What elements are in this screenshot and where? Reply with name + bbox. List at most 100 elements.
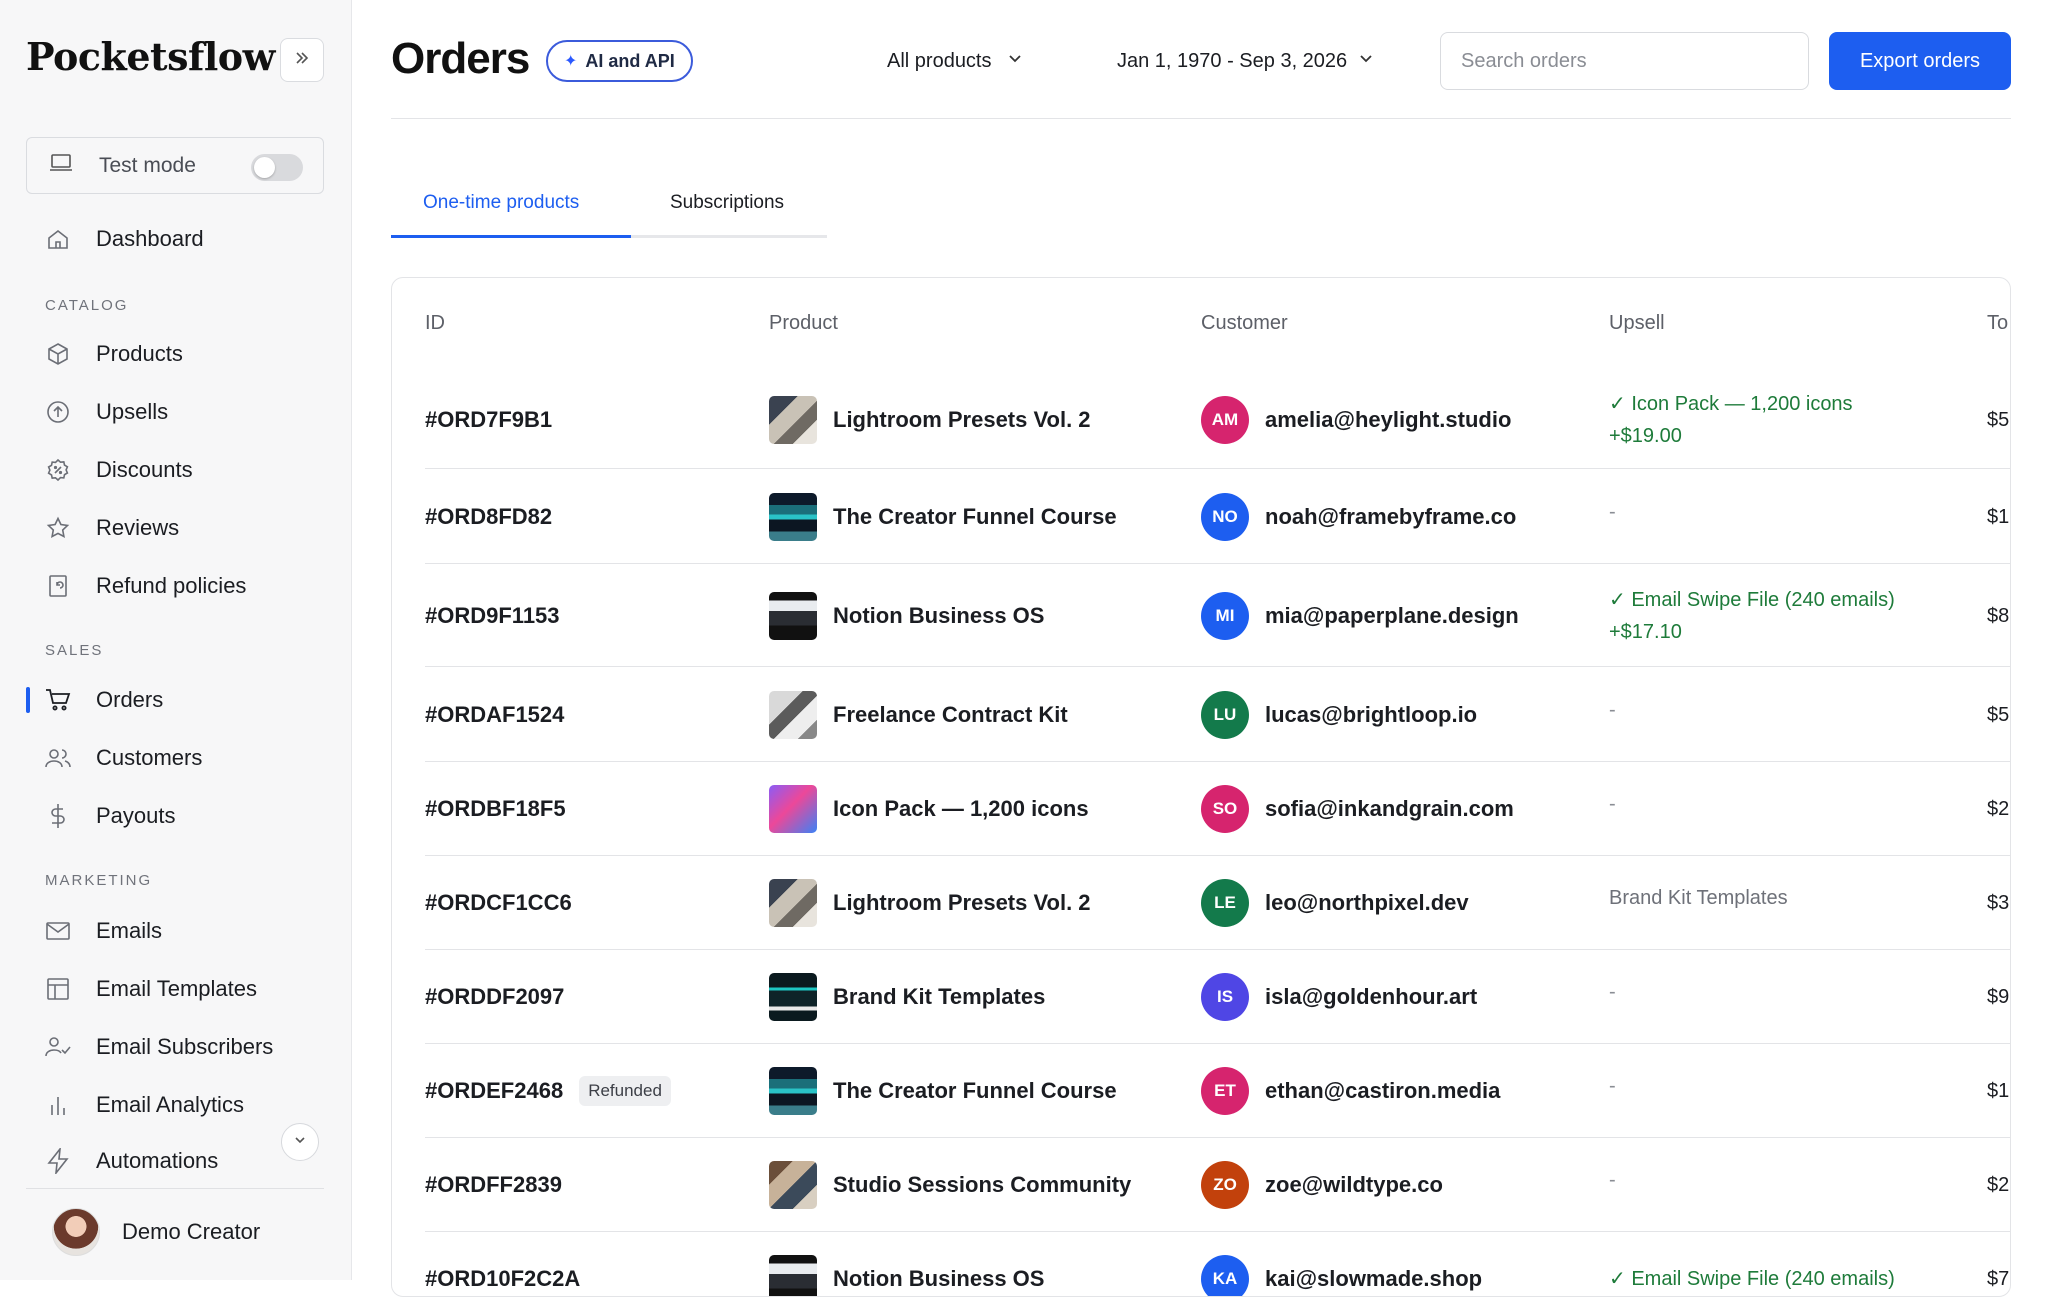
- order-id[interactable]: #ORDDF2097: [425, 984, 564, 1010]
- product-name[interactable]: The Creator Funnel Course: [833, 504, 1117, 530]
- product-name[interactable]: Notion Business OS: [833, 603, 1044, 629]
- product-thumbnail: [769, 1067, 817, 1115]
- customer-avatar: LU: [1201, 691, 1249, 739]
- upsell-cell: ✓ Icon Pack — 1,200 icons +$19.00: [1609, 388, 1853, 452]
- ai-and-api-button[interactable]: ✦ AI and API: [546, 40, 693, 82]
- column-header-id[interactable]: ID: [425, 312, 445, 335]
- product-name[interactable]: Notion Business OS: [833, 1266, 1044, 1292]
- table-row[interactable]: #ORDDF2097 Brand Kit Templates IS isla@g…: [425, 950, 2010, 1044]
- sidebar-item-automations[interactable]: Automations: [44, 1141, 218, 1181]
- order-id-cell: #ORD9F1153: [425, 598, 560, 634]
- customer-email[interactable]: noah@framebyframe.co: [1265, 504, 1516, 530]
- header-divider: [391, 118, 2011, 119]
- page-title: Orders: [391, 34, 530, 83]
- sidebar-item-label: Email Templates: [96, 976, 257, 1001]
- upsell-info: ✓ Email Swipe File (240 emails) +$17.10: [1609, 584, 1895, 648]
- order-id[interactable]: #ORDAF1524: [425, 702, 564, 728]
- customer-email[interactable]: kai@slowmade.shop: [1265, 1266, 1482, 1292]
- upsell-cell: -: [1609, 793, 1616, 816]
- search-input[interactable]: [1440, 32, 1809, 90]
- sidebar-item-orders[interactable]: Orders: [44, 680, 163, 720]
- sidebar-item-emails[interactable]: Emails: [44, 911, 162, 951]
- sidebar-item-reviews[interactable]: Reviews: [44, 508, 179, 548]
- table-row[interactable]: #ORD10F2C2A Notion Business OS KA kai@sl…: [425, 1232, 2010, 1296]
- sidebar-item-label: Email Subscribers: [96, 1034, 274, 1059]
- order-id[interactable]: #ORDFF2839: [425, 1172, 562, 1198]
- order-id-cell: #ORDFF2839: [425, 1167, 562, 1203]
- sidebar-item-refund-policies[interactable]: Refund policies: [44, 566, 246, 606]
- product-name[interactable]: The Creator Funnel Course: [833, 1078, 1117, 1104]
- sidebar-item-upsells[interactable]: Upsells: [44, 392, 168, 432]
- product-name[interactable]: Freelance Contract Kit: [833, 702, 1068, 728]
- collapse-sidebar-button[interactable]: [280, 38, 324, 82]
- date-range-picker[interactable]: Jan 1, 1970 - Sep 3, 2026: [1117, 46, 1375, 76]
- customer-cell: LU lucas@brightloop.io: [1201, 691, 1477, 739]
- column-header-upsell[interactable]: Upsell: [1609, 312, 1665, 335]
- sidebar-item-products[interactable]: Products: [44, 334, 183, 374]
- test-mode-toggle[interactable]: [251, 154, 303, 181]
- table-row[interactable]: #ORDAF1524 Freelance Contract Kit LU luc…: [425, 667, 2010, 762]
- order-id[interactable]: #ORD8FD82: [425, 504, 552, 530]
- customer-email[interactable]: zoe@wildtype.co: [1265, 1172, 1443, 1198]
- product-name[interactable]: Lightroom Presets Vol. 2: [833, 890, 1091, 916]
- upsell-cell: -: [1609, 501, 1616, 524]
- table-row[interactable]: #ORDBF18F5 Icon Pack — 1,200 icons SO so…: [425, 762, 2010, 856]
- sidebar-item-email-analytics[interactable]: Email Analytics: [44, 1085, 244, 1125]
- section-catalog: CATALOG: [45, 297, 129, 314]
- order-id[interactable]: #ORDBF18F5: [425, 796, 566, 822]
- sidebar-item-dashboard[interactable]: Dashboard: [44, 219, 204, 259]
- order-id-cell: #ORDCF1CC6: [425, 885, 572, 921]
- order-id[interactable]: #ORDEF2468: [425, 1078, 563, 1104]
- box-icon: [44, 340, 72, 368]
- product-name[interactable]: Lightroom Presets Vol. 2: [833, 407, 1091, 433]
- customer-email[interactable]: mia@paperplane.design: [1265, 603, 1519, 629]
- column-header-product[interactable]: Product: [769, 312, 838, 335]
- lightning-icon: [44, 1147, 72, 1175]
- customer-email[interactable]: lucas@brightloop.io: [1265, 702, 1477, 728]
- table-row[interactable]: #ORD8FD82 The Creator Funnel Course NO n…: [425, 469, 2010, 564]
- test-mode-label: Test mode: [99, 153, 196, 177]
- customer-cell: MI mia@paperplane.design: [1201, 592, 1519, 640]
- tab-one-time-products[interactable]: One-time products: [423, 192, 579, 214]
- sidebar-item-discounts[interactable]: Discounts: [44, 450, 193, 490]
- user-profile[interactable]: Demo Creator: [52, 1208, 260, 1256]
- sidebar-item-label: Reviews: [96, 515, 180, 540]
- sidebar-divider: [26, 1188, 324, 1189]
- sidebar-item-label: Refund policies: [96, 573, 247, 598]
- table-row[interactable]: #ORD9F1153 Notion Business OS MI mia@pap…: [425, 564, 2010, 667]
- tab-subscriptions[interactable]: Subscriptions: [670, 192, 784, 214]
- product-name[interactable]: Brand Kit Templates: [833, 984, 1045, 1010]
- sparkle-icon: ✦: [564, 53, 578, 70]
- order-id[interactable]: #ORD9F1153: [425, 603, 560, 629]
- order-id[interactable]: #ORDCF1CC6: [425, 890, 572, 916]
- brand-logo[interactable]: Pocketsflow: [26, 34, 275, 79]
- customer-email[interactable]: amelia@heylight.studio: [1265, 407, 1511, 433]
- product-filter-dropdown[interactable]: All products: [887, 46, 1024, 76]
- sidebar-item-customers[interactable]: Customers: [44, 738, 202, 778]
- product-name[interactable]: Icon Pack — 1,200 icons: [833, 796, 1089, 822]
- customer-email[interactable]: sofia@inkandgrain.com: [1265, 796, 1514, 822]
- column-header-customer[interactable]: Customer: [1201, 312, 1288, 335]
- order-id[interactable]: #ORD7F9B1: [425, 407, 552, 433]
- customer-email[interactable]: isla@goldenhour.art: [1265, 984, 1477, 1010]
- user-name: Demo Creator: [122, 1219, 261, 1244]
- product-cell: Notion Business OS: [769, 592, 1044, 640]
- sidebar-item-email-subscribers[interactable]: Email Subscribers: [44, 1027, 273, 1067]
- sidebar-item-label: Orders: [96, 687, 164, 712]
- sidebar-scroll-down-button[interactable]: [281, 1123, 319, 1161]
- table-row[interactable]: #ORDFF2839 Studio Sessions Community ZO …: [425, 1138, 2010, 1232]
- sidebar-item-email-templates[interactable]: Email Templates: [44, 969, 257, 1009]
- column-header-total[interactable]: To: [1987, 312, 2008, 335]
- customer-email[interactable]: ethan@castiron.media: [1265, 1078, 1500, 1104]
- table-row[interactable]: #ORDCF1CC6 Lightroom Presets Vol. 2 LE l…: [425, 856, 2010, 950]
- order-total: $5: [1987, 408, 2010, 431]
- product-name[interactable]: Studio Sessions Community: [833, 1172, 1131, 1198]
- table-row[interactable]: #ORDEF2468 Refunded The Creator Funnel C…: [425, 1044, 2010, 1138]
- customer-email[interactable]: leo@northpixel.dev: [1265, 890, 1469, 916]
- export-orders-button[interactable]: Export orders: [1829, 32, 2011, 90]
- order-id[interactable]: #ORD10F2C2A: [425, 1266, 580, 1292]
- table-row[interactable]: #ORD7F9B1 Lightroom Presets Vol. 2 AM am…: [425, 370, 2010, 469]
- product-thumbnail: [769, 1255, 817, 1296]
- check-icon: ✓: [1609, 1268, 1626, 1290]
- sidebar-item-payouts[interactable]: Payouts: [44, 796, 176, 836]
